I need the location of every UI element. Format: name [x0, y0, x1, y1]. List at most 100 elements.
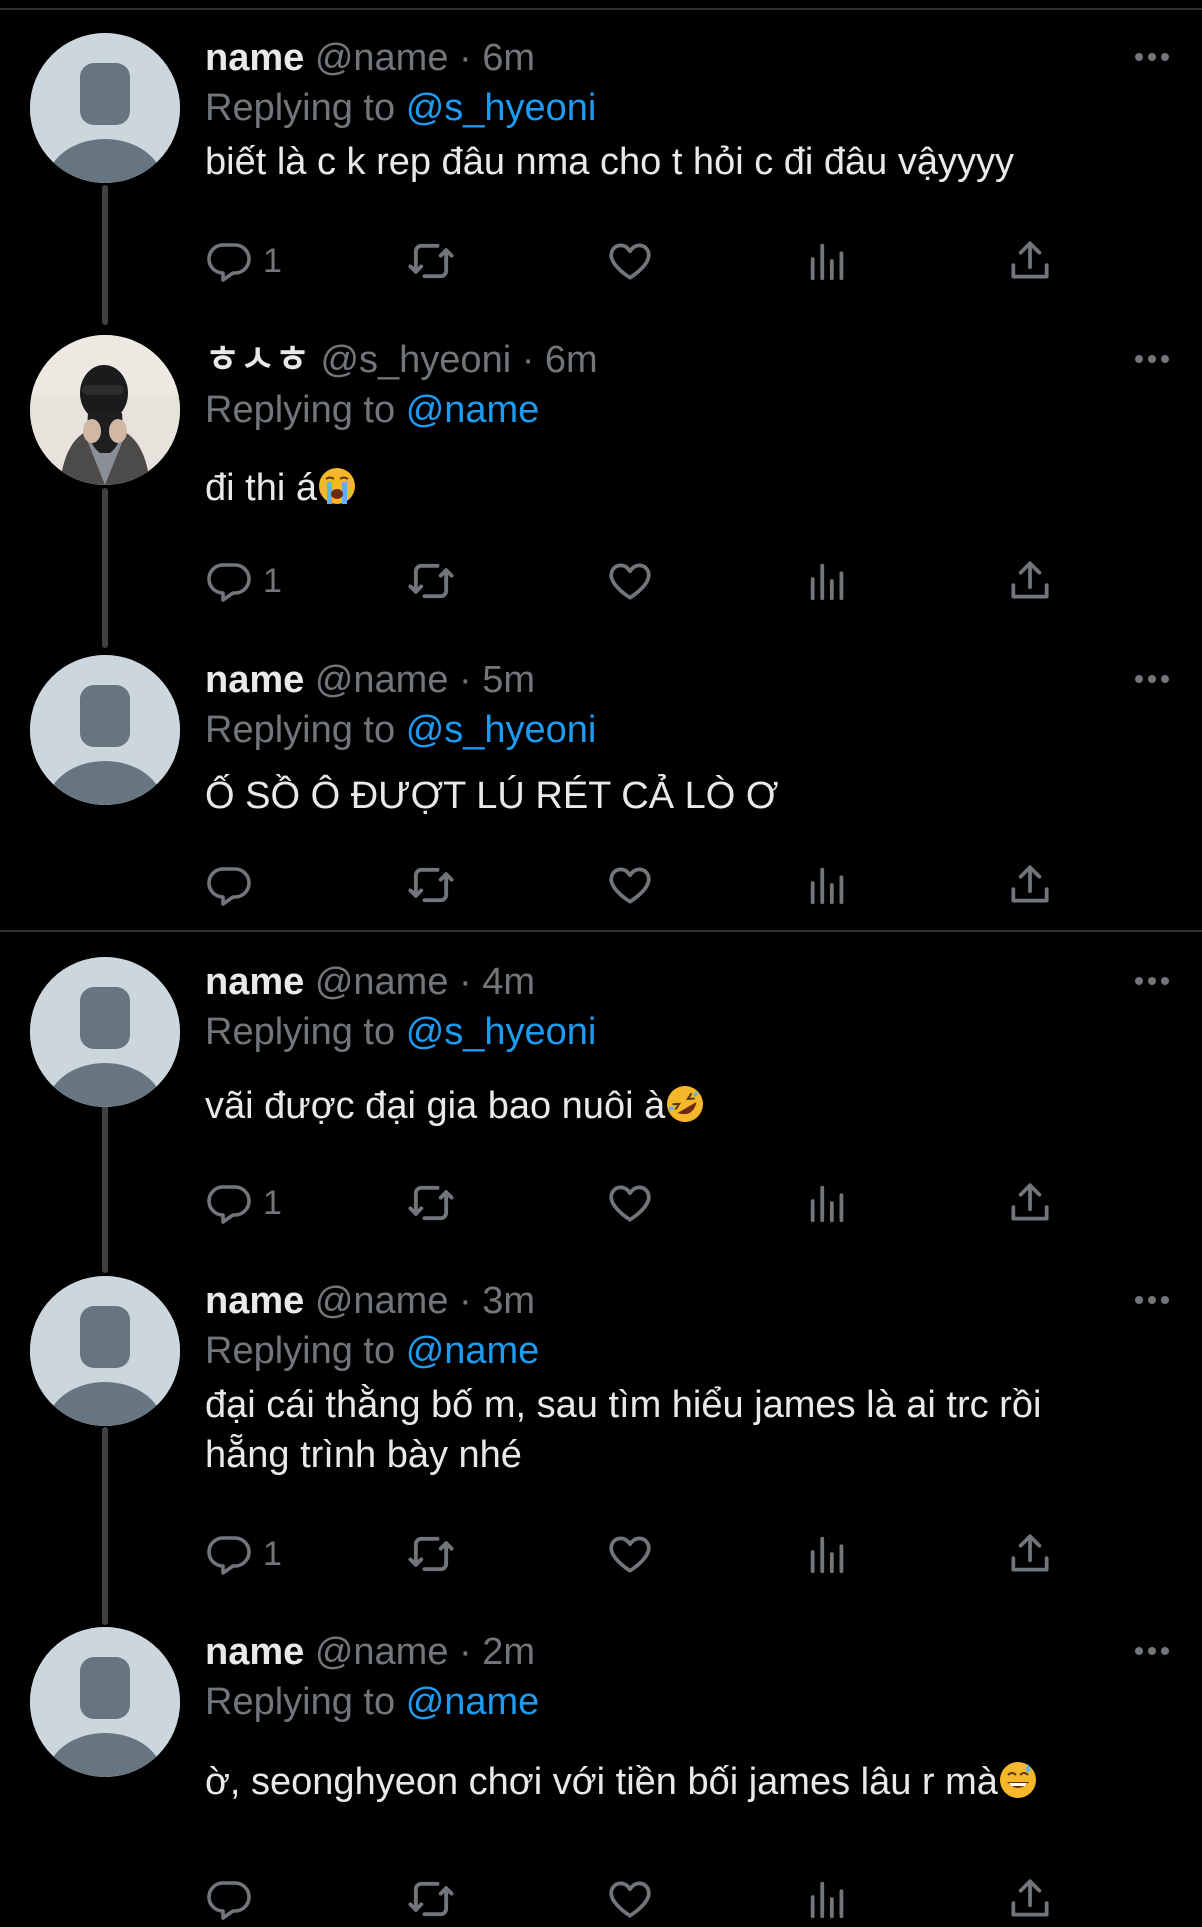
views-button[interactable]	[805, 233, 851, 289]
timestamp[interactable]: 2m	[482, 1631, 535, 1673]
more-options-icon[interactable]	[1132, 349, 1172, 369]
user-handle[interactable]: @name	[315, 659, 449, 701]
views-button[interactable]	[805, 1871, 851, 1927]
reply-icon	[207, 1881, 251, 1920]
reply-button[interactable]	[205, 1871, 263, 1927]
timestamp[interactable]: 5m	[482, 659, 535, 701]
share-button[interactable]	[1005, 1175, 1055, 1231]
display-name[interactable]: name	[205, 37, 304, 79]
retweet-button[interactable]	[405, 1526, 457, 1582]
like-button[interactable]	[605, 233, 655, 289]
replying-to-label: Replying to	[205, 87, 396, 129]
default-avatar-icon	[30, 1276, 180, 1426]
photo-avatar-icon	[30, 335, 180, 485]
reply-icon	[207, 1185, 251, 1224]
timestamp[interactable]: 6m	[545, 339, 598, 381]
views-button[interactable]	[805, 857, 851, 913]
heart-icon	[609, 563, 651, 600]
tweet-content: name @name · 6m Replying to @s_hyeoni bi…	[205, 33, 1172, 187]
retweet-button[interactable]	[405, 233, 457, 289]
replying-to: Replying to @name	[205, 1677, 1172, 1727]
tweet-header: name @name · 5m	[205, 655, 1172, 705]
mention-link[interactable]: @name	[406, 1330, 540, 1372]
timestamp[interactable]: 4m	[482, 961, 535, 1003]
mention-link[interactable]: @name	[406, 389, 540, 431]
reply-count: 1	[263, 562, 282, 600]
mention-link[interactable]: @s_hyeoni	[406, 87, 597, 129]
share-button[interactable]	[1005, 857, 1055, 913]
mention-link[interactable]: @name	[406, 1681, 540, 1723]
tweet-header: name @name · 6m	[205, 33, 1172, 83]
reply-button[interactable]	[205, 857, 263, 913]
display-name[interactable]: name	[205, 1280, 304, 1322]
share-button[interactable]	[1005, 233, 1055, 289]
action-bar: 1	[205, 1175, 1055, 1231]
retweet-button[interactable]	[405, 553, 457, 609]
user-handle[interactable]: @name	[315, 37, 449, 79]
reply-button[interactable]: 1	[205, 1526, 282, 1582]
reply-button[interactable]: 1	[205, 233, 282, 289]
more-options-icon[interactable]	[1132, 971, 1172, 991]
default-avatar-icon	[30, 33, 180, 183]
avatar[interactable]	[30, 1276, 180, 1426]
more-options-icon[interactable]	[1132, 47, 1172, 67]
tweet-text-line: hẵng trình bày nhé	[205, 1434, 522, 1476]
heart-icon	[609, 1881, 651, 1918]
views-button[interactable]	[805, 1526, 851, 1582]
like-button[interactable]	[605, 1175, 655, 1231]
avatar[interactable]	[30, 33, 180, 183]
avatar[interactable]	[30, 655, 180, 805]
retweet-button[interactable]	[405, 1175, 457, 1231]
mention-link[interactable]: @s_hyeoni	[406, 1011, 597, 1053]
more-options-icon[interactable]	[1132, 1290, 1172, 1310]
views-icon	[810, 1881, 844, 1919]
tweet-text-line: biết là c k rep đâu nma cho t hỏi c đi đ…	[205, 141, 1014, 183]
more-options-icon[interactable]	[1132, 669, 1172, 689]
reply-icon	[207, 563, 251, 602]
reply-button[interactable]: 1	[205, 553, 282, 609]
reply-button[interactable]: 1	[205, 1175, 282, 1231]
timestamp[interactable]: 6m	[482, 37, 535, 79]
reply-count: 1	[263, 1184, 282, 1222]
action-bar	[205, 857, 1055, 913]
tweet-text: biết là c k rep đâu nma cho t hỏi c đi đ…	[205, 137, 1172, 187]
user-handle[interactable]: @name	[315, 961, 449, 1003]
views-button[interactable]	[805, 1175, 851, 1231]
like-button[interactable]	[605, 553, 655, 609]
retweet-button[interactable]	[405, 857, 457, 913]
like-button[interactable]	[605, 1526, 655, 1582]
display-name[interactable]: name	[205, 1631, 304, 1673]
replying-to: Replying to @s_hyeoni	[205, 83, 1172, 133]
timestamp[interactable]: 3m	[482, 1280, 535, 1322]
tweet-text: Ố SỒ Ô ĐƯỢT LÚ RÉT CẢ LÒ Ơ	[205, 771, 1172, 821]
display-name[interactable]: name	[205, 961, 304, 1003]
mention-link[interactable]: @s_hyeoni	[406, 709, 597, 751]
grinning-face-with-sweat-emoji-icon	[998, 1760, 1038, 1813]
avatar[interactable]	[30, 335, 180, 485]
default-avatar-icon	[30, 957, 180, 1107]
thread-divider	[0, 930, 1202, 932]
separator-dot: ·	[459, 1280, 472, 1322]
reply-count: 1	[263, 242, 282, 280]
share-button[interactable]	[1005, 1871, 1055, 1927]
retweet-icon	[408, 867, 454, 903]
user-handle[interactable]: @name	[315, 1631, 449, 1673]
user-handle[interactable]: @name	[315, 1280, 449, 1322]
display-name[interactable]: name	[205, 659, 304, 701]
avatar[interactable]	[30, 1627, 180, 1777]
share-button[interactable]	[1005, 1526, 1055, 1582]
thread-line	[102, 488, 108, 648]
share-icon	[1011, 241, 1049, 279]
share-button[interactable]	[1005, 553, 1055, 609]
user-handle[interactable]: @s_hyeoni	[320, 339, 511, 381]
avatar[interactable]	[30, 957, 180, 1107]
like-button[interactable]	[605, 857, 655, 913]
replying-to-label: Replying to	[205, 1330, 396, 1372]
views-button[interactable]	[805, 553, 851, 609]
views-icon	[810, 243, 844, 281]
share-icon	[1011, 1183, 1049, 1221]
more-options-icon[interactable]	[1132, 1641, 1172, 1661]
display-name[interactable]: ㅎㅅㅎ	[205, 339, 310, 381]
retweet-button[interactable]	[405, 1871, 457, 1927]
like-button[interactable]	[605, 1871, 655, 1927]
